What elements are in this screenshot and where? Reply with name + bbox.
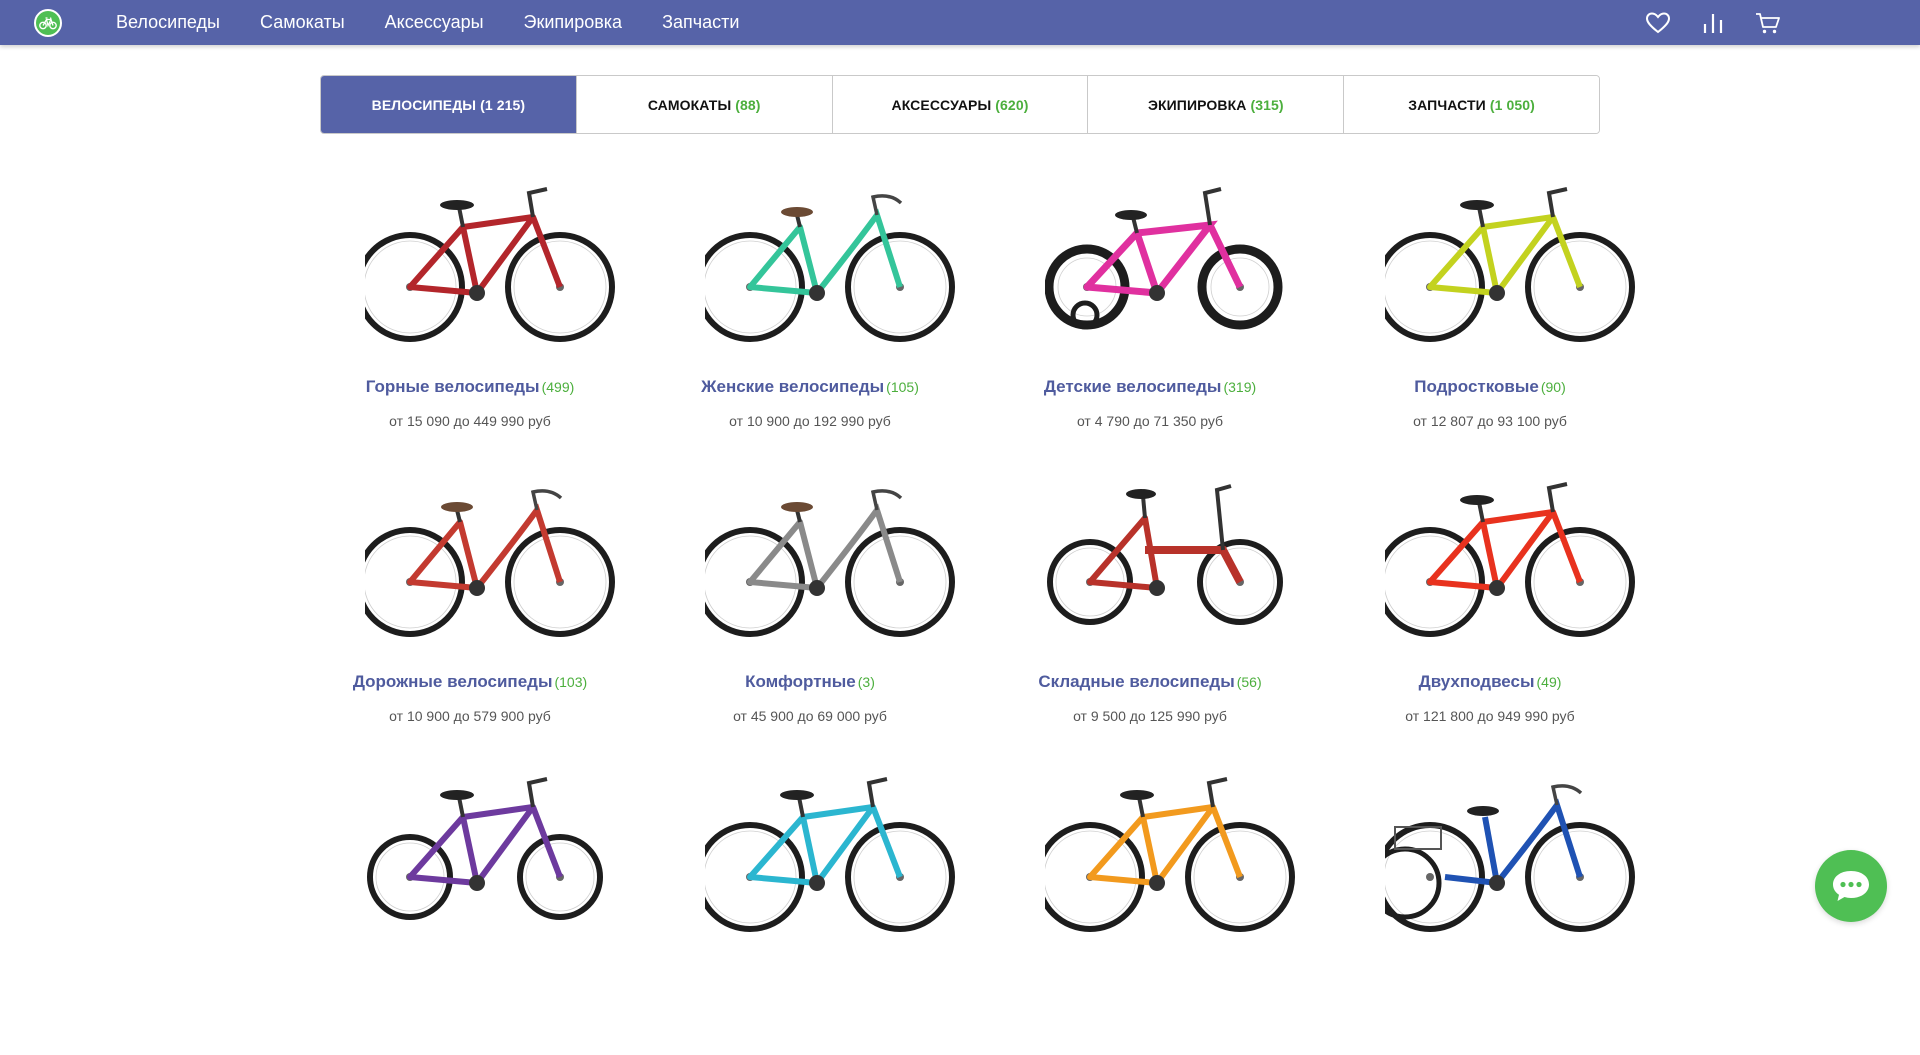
tab-equipment[interactable]: ЭКИПИРОВКА (315) (1087, 76, 1344, 133)
tab-count: (88) (735, 96, 761, 113)
top-navigation-bar: Велосипеды Самокаты Аксессуары Экипировк… (0, 0, 1920, 45)
category-count: (105) (886, 379, 919, 395)
tab-label: ЭКИПИРОВКА (1147, 96, 1247, 113)
tab-count: (1 215) (480, 96, 526, 113)
tab-count: (1 050) (1489, 96, 1535, 113)
category-card[interactable]: Комфортные (3) от 45 900 до 69 000 руб (660, 465, 1000, 760)
category-count: (49) (1536, 674, 1562, 690)
cart-icon[interactable] (1755, 10, 1781, 36)
category-name: Складные велосипеды (1038, 672, 1235, 691)
category-count: (90) (1540, 379, 1566, 395)
nav-item-bicycles[interactable]: Велосипеды (116, 0, 220, 45)
category-card[interactable]: Подростковые (90) от 12 807 до 93 100 руб (1340, 170, 1680, 465)
heart-icon[interactable] (1645, 10, 1671, 36)
category-card[interactable]: Горные велосипеды (499) от 15 090 до 449 9… (320, 170, 660, 465)
nav-item-parts[interactable]: Запчасти (662, 0, 739, 45)
category-card[interactable] (1340, 760, 1680, 1055)
category-name: Двухподвесы (1418, 672, 1535, 691)
price-range: от 9 500 до 125 990 руб (1073, 708, 1227, 724)
category-title[interactable]: Женские велосипеды (105) (660, 377, 960, 397)
bicycle-image[interactable] (1340, 465, 1680, 655)
tab-parts[interactable]: ЗАПЧАСТИ (1 050) (1343, 76, 1599, 133)
header-icons (1645, 10, 1781, 36)
category-title[interactable] (660, 967, 960, 987)
category-count: (3) (857, 674, 875, 690)
category-card[interactable]: Двухподвесы (49) от 121 800 до 949 990 руб (1340, 465, 1680, 760)
price-range: от 15 090 до 449 990 руб (389, 413, 551, 429)
compare-icon[interactable] (1700, 10, 1726, 36)
bicycle-image[interactable] (660, 170, 1000, 360)
category-card[interactable]: Детские велосипеды (319) от 4 790 до 71 35… (1000, 170, 1340, 465)
nav-item-equipment[interactable]: Экипировка (524, 0, 623, 45)
chat-button[interactable] (1815, 850, 1887, 922)
tab-label: АКСЕССУАРЫ (891, 96, 992, 113)
bicycle-logo-icon[interactable] (34, 9, 62, 37)
category-count: (499) (541, 379, 575, 395)
tab-scooters[interactable]: САМОКАТЫ (88) (575, 76, 832, 133)
bicycle-image[interactable] (1000, 170, 1340, 360)
category-name: Горные велосипеды (365, 377, 540, 396)
tab-accessories[interactable]: АКСЕССУАРЫ (620) (831, 76, 1088, 133)
price-range: от 45 900 до 69 000 руб (733, 708, 887, 724)
category-title[interactable]: Подростковые (90) (1340, 377, 1640, 397)
category-grid: Горные велосипеды (499) от 15 090 до 449 9… (320, 170, 1680, 1055)
tab-label: САМОКАТЫ (647, 96, 732, 113)
price-range: от 10 900 до 579 900 руб (389, 708, 551, 724)
bicycle-image[interactable] (320, 760, 660, 950)
category-title[interactable] (1000, 967, 1300, 987)
price-range: от 12 807 до 93 100 руб (1413, 413, 1567, 429)
nav-item-accessories[interactable]: Аксессуары (385, 0, 484, 45)
category-card[interactable] (1000, 760, 1340, 1055)
tab-bicycles[interactable]: ВЕЛОСИПЕДЫ (1 215) (321, 76, 576, 133)
bicycle-image[interactable] (1340, 760, 1680, 950)
bicycle-image[interactable] (1000, 465, 1340, 655)
tab-label: ЗАПЧАСТИ (1408, 96, 1486, 113)
bicycle-image[interactable] (320, 170, 660, 360)
category-count: (103) (554, 674, 588, 690)
tab-count: (620) (995, 96, 1029, 113)
category-title[interactable] (320, 967, 620, 987)
category-card[interactable] (320, 760, 660, 1055)
nav-item-scooters[interactable]: Самокаты (260, 0, 345, 45)
main-nav: Велосипеды Самокаты Аксессуары Экипировк… (116, 0, 779, 45)
price-range: от 121 800 до 949 990 руб (1405, 708, 1575, 724)
category-title[interactable]: Детские велосипеды (319) (1000, 377, 1300, 397)
category-title[interactable] (1340, 967, 1640, 987)
category-name: Комфортные (745, 672, 856, 691)
bicycle-image[interactable] (1340, 170, 1680, 360)
category-title[interactable]: Двухподвесы (49) (1340, 672, 1640, 692)
bicycle-image[interactable] (660, 760, 1000, 950)
tab-count: (315) (1250, 96, 1284, 113)
category-name: Женские велосипеды (701, 377, 885, 396)
category-name: Подростковые (1414, 377, 1539, 396)
category-tabs: ВЕЛОСИПЕДЫ (1 215) САМОКАТЫ (88) АКСЕССУ… (320, 75, 1600, 134)
bicycle-image[interactable] (1000, 760, 1340, 950)
bicycle-image[interactable] (320, 465, 660, 655)
category-card[interactable]: Складные велосипеды (56) от 9 500 до 125 9… (1000, 465, 1340, 760)
category-card[interactable]: Женские велосипеды (105) от 10 900 до 192 … (660, 170, 1000, 465)
category-title[interactable]: Горные велосипеды (499) (320, 377, 620, 397)
category-count: (319) (1223, 379, 1257, 395)
tab-label: ВЕЛОСИПЕДЫ (371, 96, 477, 113)
category-card[interactable]: Дорожные велосипеды (103) от 10 900 до 579… (320, 465, 660, 760)
category-name: Дорожные велосипеды (352, 672, 553, 691)
category-card[interactable] (660, 760, 1000, 1055)
category-count: (56) (1236, 674, 1262, 690)
bicycle-image[interactable] (660, 465, 1000, 655)
price-range: от 10 900 до 192 990 руб (729, 413, 891, 429)
chat-bubble-icon (1833, 871, 1869, 901)
category-name: Детские велосипеды (1043, 377, 1222, 396)
category-title[interactable]: Дорожные велосипеды (103) (320, 672, 620, 692)
price-range: от 4 790 до 71 350 руб (1076, 413, 1224, 429)
category-title[interactable]: Комфортные (3) (660, 672, 960, 692)
category-title[interactable]: Складные велосипеды (56) (1000, 672, 1300, 692)
